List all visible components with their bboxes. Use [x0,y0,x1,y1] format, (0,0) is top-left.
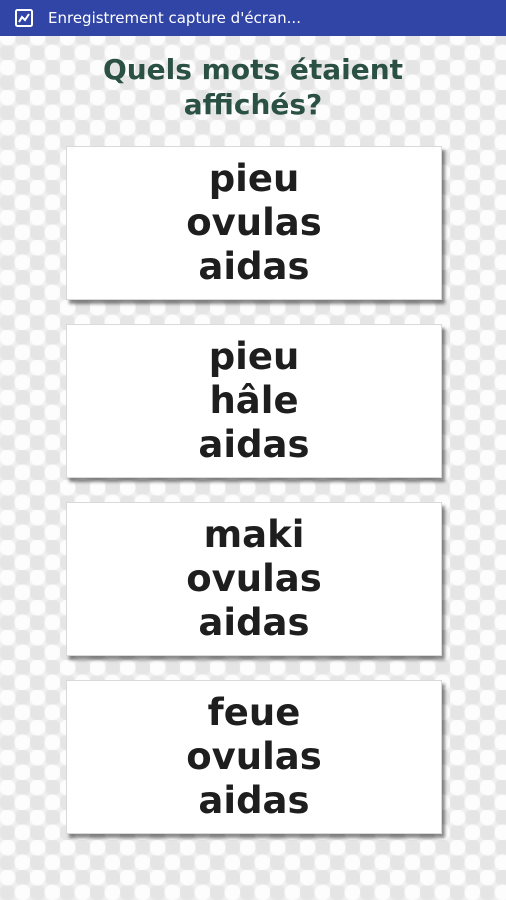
answer-option-1[interactable]: pieu ovulas aidas [66,146,442,300]
question-title: Quels mots étaient affichés? [0,52,506,122]
answer-word: feue [207,691,301,734]
answer-word: maki [203,513,305,556]
answer-word: aidas [198,245,310,288]
question-line-2: affichés? [183,88,323,121]
answer-word: pieu [208,157,300,200]
notification-title: Enregistrement capture d'écran... [48,9,301,27]
answer-list: pieu ovulas aidas pieu hâle aidas maki o… [66,146,442,858]
answer-word: pieu [208,335,300,378]
answer-word: ovulas [186,557,322,600]
status-bar: Enregistrement capture d'écran... [0,0,506,36]
question-line-1: Quels mots étaient [102,53,404,86]
screen-record-icon [14,8,34,28]
answer-word: aidas [198,601,310,644]
answer-option-2[interactable]: pieu hâle aidas [66,324,442,478]
answer-word: hâle [209,379,299,422]
answer-option-4[interactable]: feue ovulas aidas [66,680,442,834]
answer-word: ovulas [186,735,322,778]
answer-word: aidas [198,779,310,822]
answer-word: aidas [198,423,310,466]
answer-word: ovulas [186,201,322,244]
answer-option-3[interactable]: maki ovulas aidas [66,502,442,656]
